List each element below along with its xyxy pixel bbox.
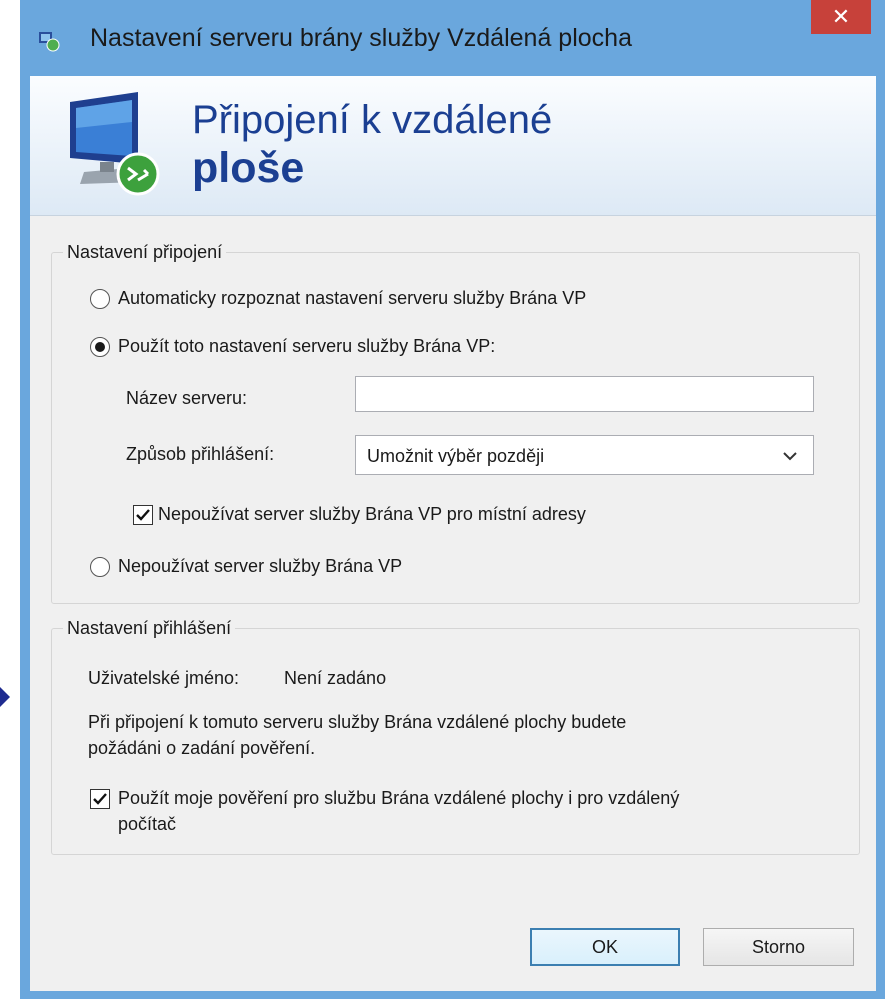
logon-method-value: Umožnit výběr později bbox=[367, 446, 545, 466]
auto-detect-radio[interactable] bbox=[90, 289, 110, 309]
bypass-local-label[interactable]: Nepoužívat server služby Brána VP pro mí… bbox=[158, 504, 586, 525]
arrow-fragment-icon bbox=[0, 687, 10, 707]
banner-title-line1: Připojení k vzdálené bbox=[192, 98, 553, 142]
dialog-client-area: Připojení k vzdálené ploše Nastavení při… bbox=[30, 76, 876, 991]
use-credentials-checkbox[interactable] bbox=[90, 789, 110, 809]
bypass-local-checkbox[interactable] bbox=[133, 505, 153, 525]
title-bar[interactable]: Nastavení serveru brány služby Vzdálená … bbox=[20, 0, 885, 76]
checkmark-icon bbox=[136, 509, 150, 521]
no-gateway-radio[interactable] bbox=[90, 557, 110, 577]
server-name-label: Název serveru: bbox=[126, 388, 248, 408]
logon-info-line2: požádáni o zadání pověření. bbox=[88, 738, 316, 758]
banner: Připojení k vzdálené ploše bbox=[30, 76, 876, 216]
use-settings-radio[interactable] bbox=[90, 337, 110, 357]
chevron-down-icon bbox=[783, 452, 797, 461]
dialog-window: Nastavení serveru brány služby Vzdálená … bbox=[20, 0, 885, 999]
banner-title-line2: ploše bbox=[192, 144, 305, 192]
cancel-button[interactable]: Storno bbox=[703, 928, 854, 966]
use-credentials-label-line1[interactable]: Použít moje pověření pro službu Brána vz… bbox=[118, 788, 679, 809]
ok-button[interactable]: OK bbox=[530, 928, 680, 966]
use-settings-label[interactable]: Použít toto nastavení serveru služby Brá… bbox=[118, 336, 495, 357]
radio-selected-dot bbox=[95, 342, 105, 352]
logon-settings-legend: Nastavení přihlášení bbox=[63, 618, 236, 639]
checkmark-icon bbox=[93, 793, 107, 805]
no-gateway-label[interactable]: Nepoužívat server služby Brána VP bbox=[118, 556, 402, 577]
remote-desktop-monitor-icon bbox=[70, 92, 160, 196]
server-name-input[interactable] bbox=[355, 376, 814, 412]
window-title: Nastavení serveru brány služby Vzdálená … bbox=[90, 24, 632, 52]
username-label: Uživatelské jméno: bbox=[88, 668, 240, 688]
connection-settings-legend: Nastavení připojení bbox=[63, 242, 227, 263]
logon-method-select[interactable]: Umožnit výběr později bbox=[355, 435, 814, 475]
auto-detect-label[interactable]: Automaticky rozpoznat nastavení serveru … bbox=[118, 288, 586, 309]
username-value: Není zadáno bbox=[284, 668, 387, 688]
remote-desktop-app-icon bbox=[39, 32, 60, 52]
use-credentials-label-line2[interactable]: počítač bbox=[118, 814, 176, 835]
logon-info-line1: Při připojení k tomuto serveru služby Br… bbox=[88, 712, 627, 732]
close-icon: ✕ bbox=[831, 4, 851, 29]
close-button[interactable]: ✕ bbox=[811, 0, 871, 34]
logon-method-label: Způsob přihlášení: bbox=[126, 444, 275, 464]
